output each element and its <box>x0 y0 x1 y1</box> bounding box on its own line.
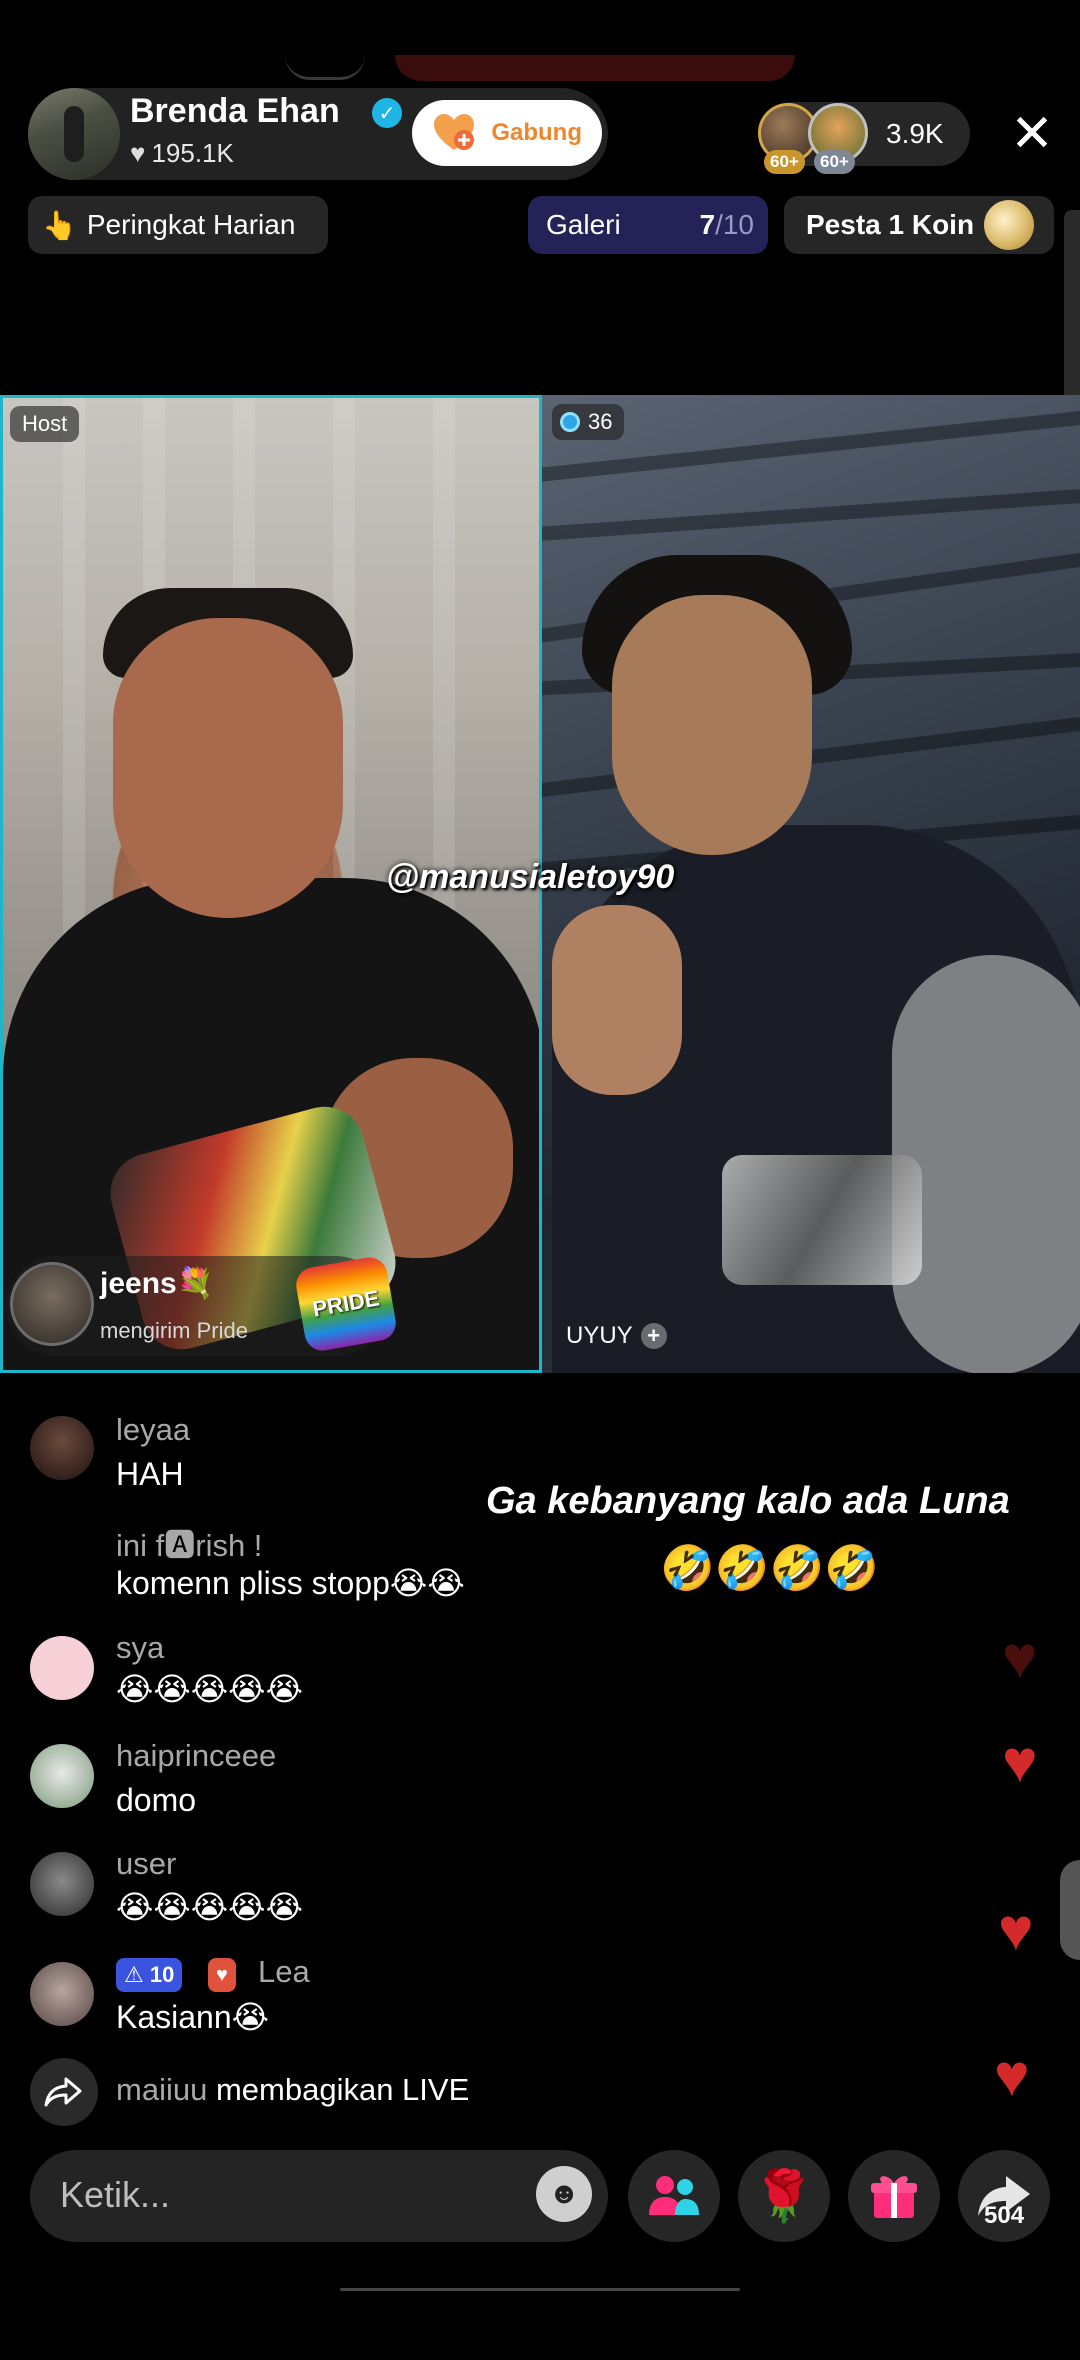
share-event-user: maiiuu membagikan LIVE <box>116 2072 470 2107</box>
status-remnant <box>395 55 795 81</box>
comment-avatar[interactable] <box>30 1852 94 1916</box>
share-arrow-icon <box>44 2077 82 2107</box>
score-dot-icon <box>560 412 580 432</box>
close-icon[interactable]: ✕ <box>1004 106 1060 162</box>
comment-text: 😭😭😭😭😭 <box>116 1889 303 1925</box>
pointing-hand-icon: 👆 <box>42 209 77 241</box>
home-indicator[interactable] <box>340 2288 740 2291</box>
rose-gift-button[interactable]: 🌹 <box>738 2150 830 2242</box>
viewer-level-badge: 60+ <box>814 150 855 174</box>
floating-heart-icon: ♥ <box>994 2042 1030 2109</box>
comment-input-placeholder: Ketik... <box>60 2174 171 2215</box>
daily-ranking-pill[interactable]: 👆 Peringkat Harian <box>28 196 328 254</box>
follow-plus-icon[interactable]: + <box>640 1323 667 1349</box>
comment-avatar[interactable] <box>30 1744 94 1808</box>
likes-count: ♥ 195.1K <box>130 138 234 168</box>
status-remnant <box>285 55 365 80</box>
comment-username[interactable]: user <box>116 1846 176 1882</box>
comment-username[interactable]: haiprinceee <box>116 1738 276 1774</box>
comment-text: domo <box>116 1782 197 1818</box>
pride-gift-icon: PRIDE <box>293 1254 399 1354</box>
side-drawer-handle[interactable] <box>1060 1860 1080 1960</box>
comment-text: komenn pliss stopp😭😭 <box>116 1565 465 1601</box>
comment-avatar[interactable] <box>30 1416 94 1480</box>
coin-party-pill[interactable]: Pesta 1 Koin <box>784 196 1054 254</box>
host-avatar[interactable] <box>28 88 120 180</box>
comment-text: HAH <box>116 1456 184 1492</box>
gallery-progress: 7/10 <box>699 209 754 240</box>
host-name[interactable]: Brenda Ehan <box>130 92 340 131</box>
verified-icon: ✓ <box>372 98 402 128</box>
gift-button[interactable] <box>848 2150 940 2242</box>
side-panel-handle[interactable] <box>1064 210 1080 400</box>
rose-icon: 🌹 <box>752 2167 816 2224</box>
viewer-level-badge: 60+ <box>764 150 805 174</box>
comment-avatar[interactable] <box>30 1962 94 2026</box>
share-event-icon <box>30 2058 98 2126</box>
viewer-count: 3.9K <box>886 118 944 149</box>
gift-sender-name: jeens💐 <box>100 1267 215 1300</box>
gallery-pill[interactable]: Galeri 7/10 <box>528 196 768 254</box>
gift-sender-avatar[interactable] <box>10 1262 94 1346</box>
share-count: 504 <box>984 2202 1025 2229</box>
comment-text: Kasiann😭 <box>116 1999 270 2035</box>
guest-name-tag[interactable]: UYUY + <box>566 1322 667 1350</box>
coin-icon <box>984 200 1035 250</box>
comment-text: 😭😭😭😭😭 <box>116 1671 303 1707</box>
floating-heart-icon: ♥ <box>1002 1728 1038 1795</box>
join-heart-plus-icon <box>434 114 474 150</box>
fan-heart-badge: ♥ <box>208 1958 236 1992</box>
guest-score-badge: 36 <box>552 404 625 440</box>
heart-icon: ♥ <box>130 138 146 168</box>
user-level-badge: ⚠ 10 <box>116 1958 183 1992</box>
overlay-caption: Ga kebanyang kalo ada Luna <box>486 1480 1010 1522</box>
watermark: @manusialetoy90 <box>386 858 675 896</box>
emoji-icon[interactable]: ☻ <box>536 2166 592 2222</box>
gift-icon <box>871 2176 917 2218</box>
comment-username[interactable]: ini f🅰rish ! <box>116 1520 262 1565</box>
multi-guest-button[interactable] <box>628 2150 720 2242</box>
comment-avatar[interactable] <box>30 1636 94 1700</box>
comment-username[interactable]: sya <box>116 1630 164 1666</box>
floating-heart-icon: ♥ <box>1002 1624 1038 1691</box>
overlay-caption-emoji: 🤣🤣🤣🤣 <box>660 1544 880 1593</box>
comment-username[interactable]: Lea <box>258 1954 310 1990</box>
floating-heart-icon: ♥ <box>998 1896 1034 1963</box>
gift-action-text: mengirim Pride <box>100 1318 248 1343</box>
host-badge: Host <box>10 406 80 442</box>
guests-icon <box>649 2176 699 2215</box>
comment-username[interactable]: leyaa <box>116 1412 190 1448</box>
